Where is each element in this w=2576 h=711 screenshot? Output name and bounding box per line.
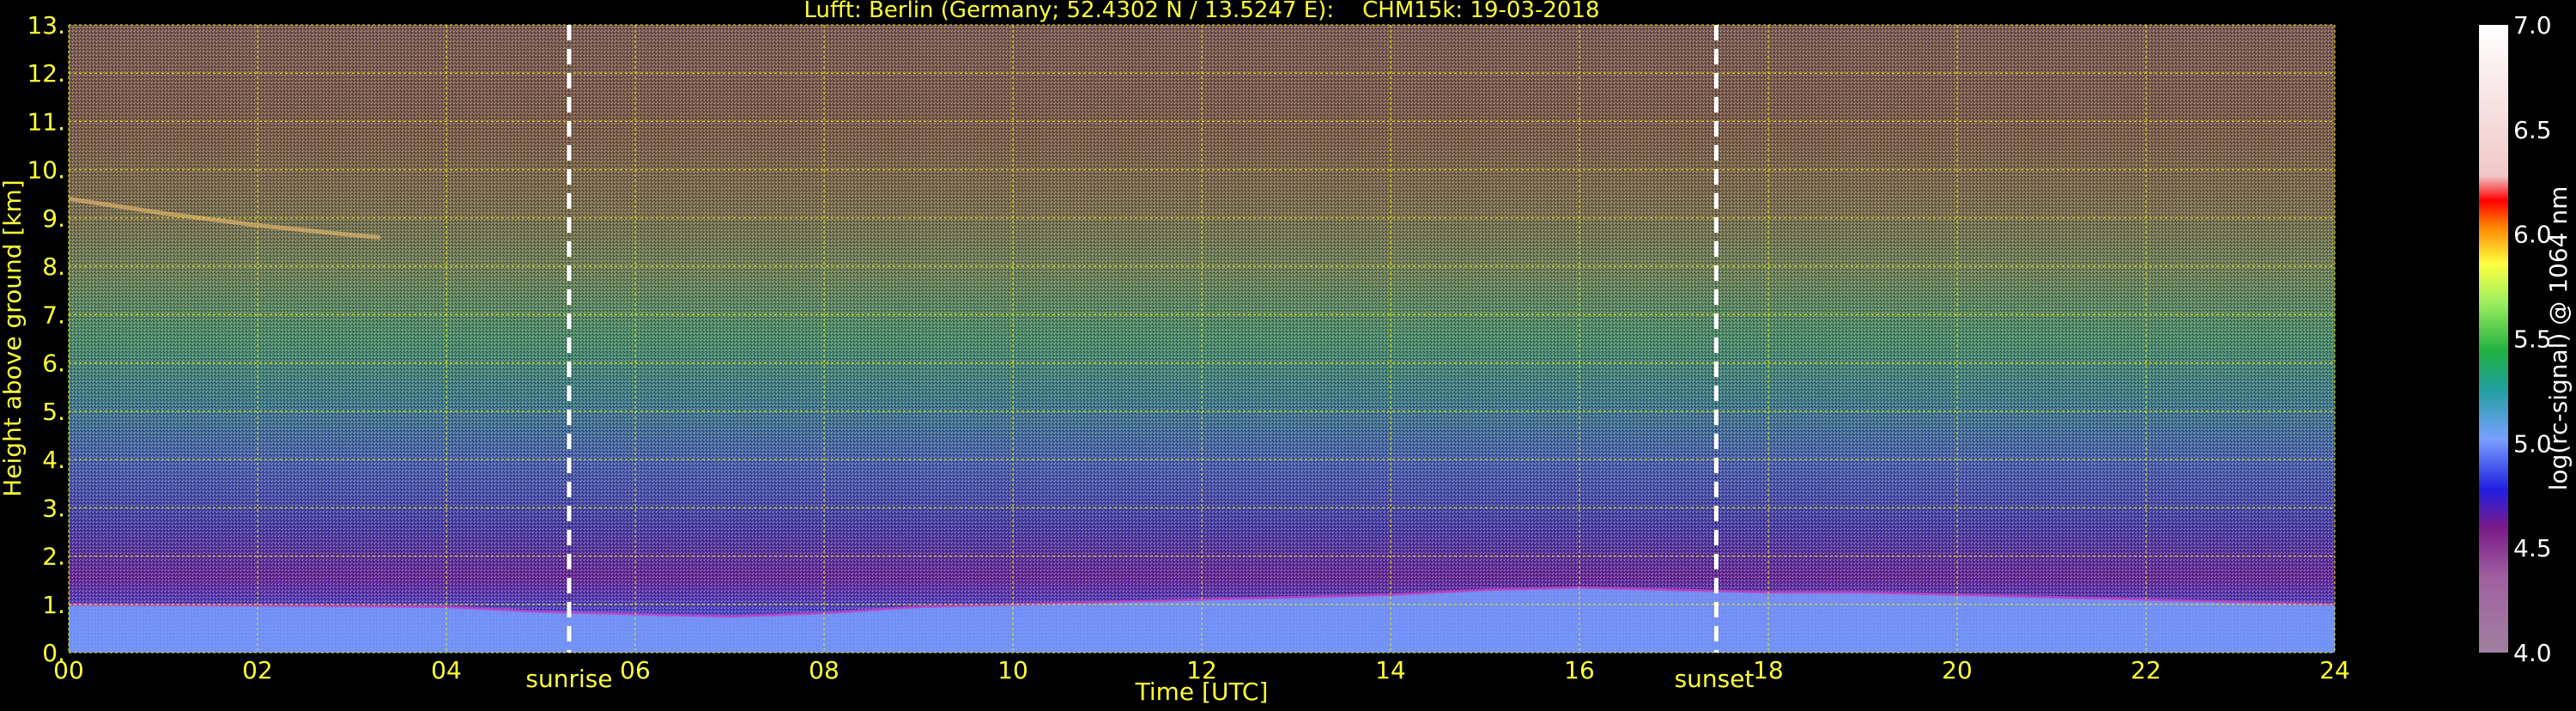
colorbar-tick-label: 6.5 <box>2513 116 2552 144</box>
x-tick-label: 08 <box>809 656 839 684</box>
x-tick-labels: 00 02 04 06 08 10 12 14 16 18 20 22 24 <box>53 656 2350 684</box>
colorbar-tick-label: 7.0 <box>2513 11 2552 40</box>
x-tick-label: 24 <box>2319 656 2350 684</box>
y-tick-label: 4. <box>42 446 65 474</box>
y-tick-label: 13. <box>27 11 65 40</box>
x-tick-label: 14 <box>1375 656 1406 684</box>
sunset-label: sunset <box>1675 665 1755 693</box>
x-tick-label: 18 <box>1753 656 1784 684</box>
x-tick-label: 20 <box>1942 656 1973 684</box>
colorbar: 4.04.55.05.56.06.57.0 log(rc-signal) @ 1… <box>2479 11 2573 667</box>
y-axis-label: Height above ground [km] <box>0 179 27 497</box>
x-tick-label: 02 <box>242 656 273 684</box>
colorbar-tick-label: 4.5 <box>2513 534 2552 562</box>
y-tick-label: 6. <box>42 349 65 378</box>
y-tick-label: 3. <box>42 494 65 522</box>
x-tick-label: 04 <box>431 656 462 684</box>
y-tick-label: 8. <box>42 252 65 281</box>
y-tick-label: 1. <box>42 591 65 619</box>
y-tick-label: 11. <box>27 107 65 136</box>
x-tick-label: 12 <box>1186 656 1217 684</box>
colorbar-label: log(rc-signal) @ 1064 nm <box>2544 186 2573 491</box>
sunrise-label: sunrise <box>525 665 612 693</box>
x-tick-label: 10 <box>997 656 1028 684</box>
y-tick-label: 5. <box>42 398 65 426</box>
y-tick-label: 0. <box>42 639 65 667</box>
x-tick-label: 06 <box>620 656 651 684</box>
colorbar-tick-label: 4.0 <box>2513 639 2552 667</box>
chart-title: Lufft: Berlin (Germany; 52.4302 N / 13.5… <box>803 0 1599 23</box>
y-tick-label: 9. <box>42 204 65 233</box>
x-tick-label: 16 <box>1564 656 1595 684</box>
y-tick-label: 7. <box>42 301 65 329</box>
x-tick-label: 22 <box>2131 656 2161 684</box>
y-tick-label: 12. <box>27 59 65 88</box>
y-tick-label: 10. <box>27 156 65 185</box>
y-tick-labels: 0. 1. 2. 3. 4. 5. 6. 7. 8. 9. 10. 11. 12. 13. <box>27 11 65 667</box>
colorbar-gradient <box>2479 25 2508 653</box>
ceilometer-chart: Lufft: Berlin (Germany; 52.4302 N / 13.5… <box>0 0 2573 706</box>
y-tick-label: 2. <box>42 543 65 571</box>
plot-area <box>68 24 2336 653</box>
